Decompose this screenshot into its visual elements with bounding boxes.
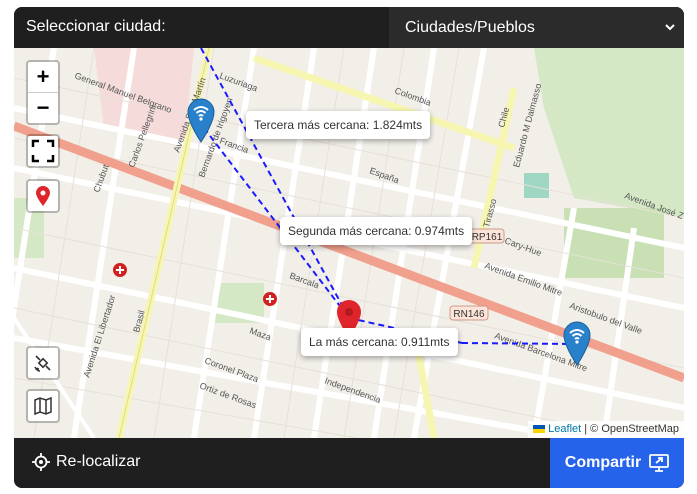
ukraine-flag-icon bbox=[533, 425, 546, 434]
share-button[interactable]: Compartir bbox=[550, 438, 684, 488]
wifi-marker-first[interactable] bbox=[562, 320, 592, 366]
crosshair-icon bbox=[32, 453, 50, 471]
chevron-down-icon bbox=[665, 24, 675, 31]
map-layer-button[interactable] bbox=[26, 389, 60, 423]
share-screen-icon bbox=[649, 454, 670, 472]
relocalize-label: Re-localizar bbox=[56, 453, 141, 470]
share-label: Compartir bbox=[564, 454, 642, 471]
city-selector-label: Seleccionar ciudad: bbox=[26, 18, 166, 35]
city-selector-bar: Seleccionar ciudad: Ciudades/Pueblos bbox=[14, 7, 684, 48]
map-attribution: Leaflet | © OpenStreetMap bbox=[528, 421, 684, 438]
fullscreen-icon bbox=[31, 139, 55, 163]
route-badge-rp161-label: RP161 bbox=[472, 232, 503, 243]
fullscreen-button[interactable] bbox=[26, 134, 60, 168]
popup-second-nearest: Segunda más cercana: 0.974mts bbox=[280, 217, 473, 245]
map-icon bbox=[34, 396, 52, 416]
zoom-control: + − bbox=[26, 60, 60, 125]
zoom-in-button[interactable]: + bbox=[28, 62, 58, 92]
hospital-icon bbox=[263, 292, 277, 306]
popup-nearest: La más cercana: 0.911mts bbox=[301, 328, 458, 356]
locate-button[interactable] bbox=[26, 179, 60, 213]
satellite-icon bbox=[34, 355, 51, 372]
satellite-button[interactable] bbox=[26, 346, 60, 380]
wifi-marker-third[interactable] bbox=[186, 97, 216, 143]
map-card: Seleccionar ciudad: Ciudades/Pueblos Gen… bbox=[14, 7, 684, 488]
city-select[interactable]: Ciudades/Pueblos bbox=[389, 7, 684, 48]
hospital-icon bbox=[113, 263, 127, 277]
route-badge-rn146-label: RN146 bbox=[453, 309, 485, 320]
map-pin-icon bbox=[36, 186, 50, 206]
popup-third-nearest: Tercera más cercana: 1.824mts bbox=[246, 111, 431, 139]
city-select-value: Ciudades/Pueblos bbox=[405, 19, 535, 36]
attribution-separator: | bbox=[584, 423, 588, 435]
leaflet-link[interactable]: Leaflet bbox=[548, 423, 581, 435]
zoom-out-button[interactable]: − bbox=[28, 93, 58, 123]
action-bar: Re-localizar Compartir bbox=[14, 438, 684, 488]
osm-attribution[interactable]: © OpenStreetMap bbox=[590, 423, 679, 435]
map-view[interactable]: General Manuel Belgrano Avenida San Mart… bbox=[14, 48, 684, 438]
relocalize-button[interactable]: Re-localizar bbox=[32, 453, 140, 471]
